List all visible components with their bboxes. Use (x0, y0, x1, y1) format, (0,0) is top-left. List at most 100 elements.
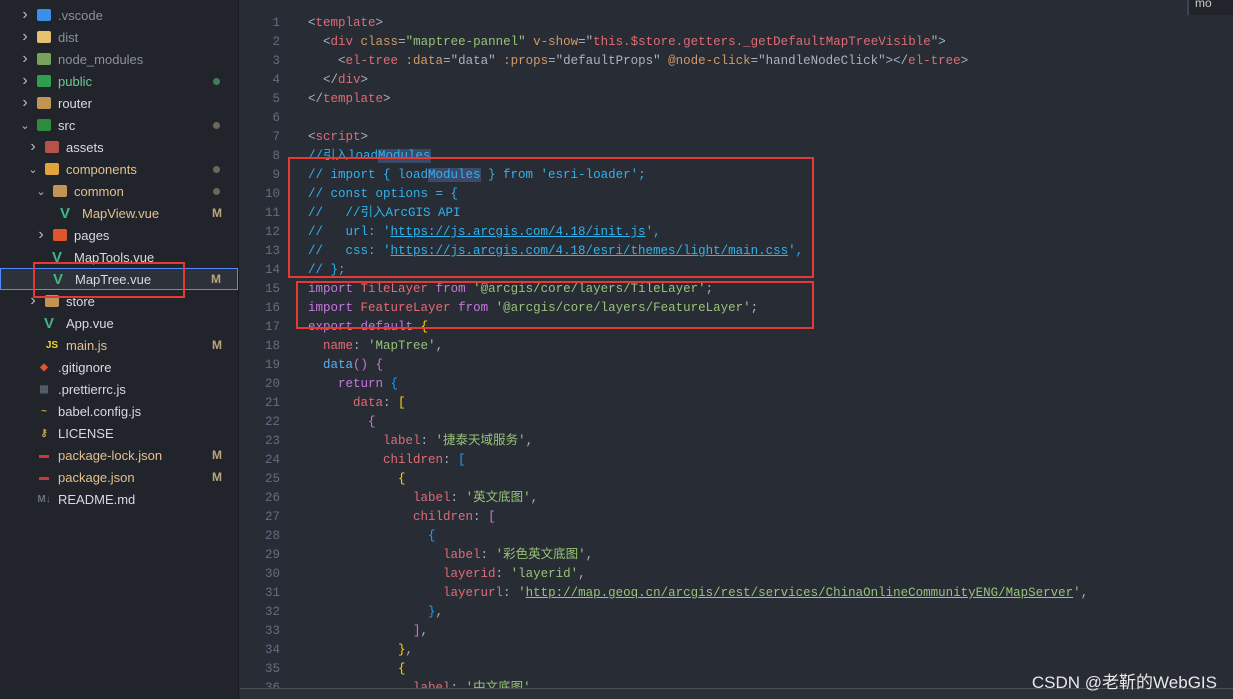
line-number: 23 (264, 434, 280, 448)
line-number: 19 (264, 358, 280, 372)
explorer-item-router[interactable]: › router (0, 92, 238, 114)
line-number: 8 (272, 149, 280, 163)
code-content: export default { (308, 318, 428, 337)
chevron-right-icon[interactable]: › (20, 94, 30, 112)
explorer-item-label: MapView.vue (82, 205, 160, 221)
line-number: 2 (272, 35, 280, 49)
explorer-item-package-json[interactable]: ▬ package.json M (0, 466, 238, 488)
code-content: <el-tree :data="data" :props="defaultPro… (308, 52, 968, 71)
line-number: 26 (264, 491, 280, 505)
explorer-item-store[interactable]: › store (0, 290, 238, 312)
code-token: , (525, 434, 534, 448)
code-token: } (428, 605, 436, 619)
code-token: > (383, 92, 391, 106)
code-content: layerid: 'layerid', (308, 565, 586, 584)
explorer-item-mapview-vue[interactable]: V MapView.vue M (0, 202, 238, 224)
explorer-item-readme-md[interactable]: M↓ README.md (0, 488, 238, 510)
line-number: 27 (264, 510, 280, 524)
explorer-item-common[interactable]: ⌄ common (0, 180, 238, 202)
code-link[interactable]: https://js.arcgis.com/4.18/esri/themes/l… (391, 244, 789, 258)
code-editor[interactable]: 1 <template> 2 <div class="maptree-pannel"… (240, 0, 1233, 688)
outline-widget[interactable]: mo (1187, 0, 1233, 15)
code-token: [ (488, 510, 496, 524)
explorer-item-label: node_modules (58, 51, 144, 67)
code-token: 'MapTree' (368, 339, 436, 353)
line-number: 31 (264, 586, 280, 600)
explorer-item-label: public (58, 73, 92, 89)
code-content: ], (308, 622, 428, 641)
code-content: label: '英文底图', (308, 489, 538, 508)
code-token: , (530, 491, 539, 505)
explorer-item-app-vue[interactable]: V App.vue (0, 312, 238, 334)
chevron-right-icon[interactable]: › (20, 28, 30, 46)
explorer-item-assets[interactable]: › assets (0, 136, 238, 158)
chevron-right-icon[interactable]: › (28, 292, 38, 310)
code-token: export (308, 320, 354, 334)
chevron-down-icon[interactable]: ⌄ (28, 163, 38, 176)
chevron-right-icon[interactable]: › (36, 226, 46, 244)
explorer-item-maptree-vue[interactable]: V MapTree.vue M (0, 268, 238, 290)
code-token: ] (413, 624, 421, 638)
code-token: > (360, 130, 369, 144)
code-token: :props (503, 54, 549, 68)
explorer-item-components[interactable]: ⌄ components (0, 158, 238, 180)
explorer-item-dist[interactable]: › dist (0, 26, 238, 48)
explorer-item-prettierrc-js[interactable]: ▦ .prettierrc.js (0, 378, 238, 400)
code-link[interactable]: http://map.geoq.cn/arcgis/rest/services/… (526, 586, 1074, 600)
code-token: Modules (428, 168, 481, 182)
git-status-badge: M (212, 448, 222, 462)
explorer-item-gitignore[interactable]: ◆ .gitignore (0, 356, 238, 378)
explorer-item-maptools-vue[interactable]: V MapTools.vue (0, 246, 238, 268)
chevron-down-icon[interactable]: ⌄ (36, 185, 46, 198)
explorer-item-public[interactable]: › public (0, 70, 238, 92)
explorer-item-vscode[interactable]: › .vscode (0, 4, 238, 26)
code-token: children (413, 510, 474, 524)
code-token: class (360, 35, 399, 49)
components-folder-icon (45, 163, 59, 175)
code-token: // }; (308, 263, 346, 277)
explorer-item-package-lock-json[interactable]: ▬ package-lock.json M (0, 444, 238, 466)
src-folder-icon (37, 119, 51, 131)
code-token: '彩色英文底图' (495, 548, 586, 562)
chevron-right-icon[interactable]: › (20, 50, 30, 68)
code-content: </template> (308, 90, 391, 109)
code-token: name (323, 339, 354, 353)
code-content: label: '彩色英文底图', (308, 546, 593, 565)
code-token: '@arcgis/core/layers/FeatureLayer' (495, 301, 751, 315)
explorer-item-label: dist (58, 29, 79, 45)
code-token: } from 'esri-loader'; (480, 168, 646, 182)
line-number: 12 (264, 225, 280, 239)
chevron-right-icon[interactable]: › (28, 138, 38, 156)
line-number: 3 (272, 54, 280, 68)
chevron-down-icon[interactable]: ⌄ (20, 119, 30, 132)
chevron-right-icon[interactable]: › (20, 72, 30, 90)
code-token: from (435, 282, 466, 296)
explorer-item-babel-config-js[interactable]: ~ babel.config.js (0, 400, 238, 422)
code-token: < (308, 35, 331, 49)
explorer-item-label: .gitignore (58, 359, 112, 375)
explorer-item-license[interactable]: ⚷ LICENSE (0, 422, 238, 444)
code-token: { (390, 377, 399, 391)
explorer-item-pages[interactable]: › pages (0, 224, 238, 246)
line-number: 13 (264, 244, 280, 258)
code-token: Modules (378, 149, 431, 163)
explorer-item-node-modules[interactable]: › node_modules (0, 48, 238, 70)
code-token: [ (398, 396, 406, 410)
code-token: ="defaultProps" (548, 54, 669, 68)
code-token: FeatureLayer (360, 301, 451, 315)
chevron-right-icon[interactable]: › (20, 6, 30, 24)
code-token: { (398, 472, 406, 486)
explorer-item-src[interactable]: ⌄ src (0, 114, 238, 136)
code-token: : (480, 548, 496, 562)
code-link[interactable]: https://js.arcgis.com/4.18/init.js (391, 225, 646, 239)
explorer-item-main-js[interactable]: JS main.js M (0, 334, 238, 356)
code-content: }, (308, 603, 443, 622)
code-content: //引入loadModules (308, 147, 431, 166)
line-number: 24 (264, 453, 280, 467)
code-token: // import { load (308, 168, 429, 182)
